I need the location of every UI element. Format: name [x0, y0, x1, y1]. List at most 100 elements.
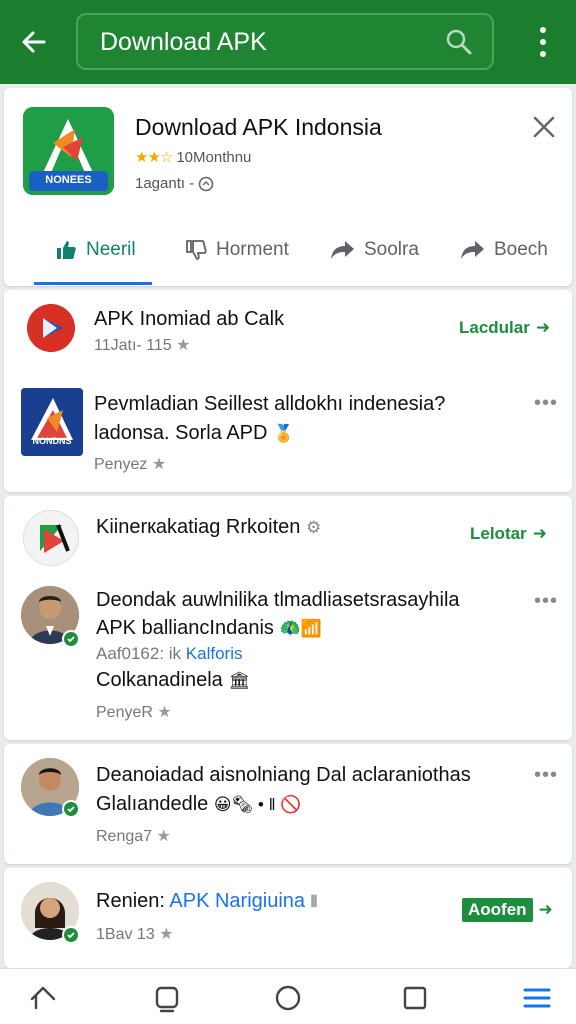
tab-forward[interactable]: Boech — [460, 230, 548, 270]
page-name[interactable]: Kiinerкakatiag Rrkoiten ⚙ — [96, 516, 321, 539]
star-icon: ★ — [157, 704, 172, 721]
feed-card: Kiinerкakatiag Rrkoiten ⚙ Lelotar ➜ Deond… — [4, 496, 572, 740]
star-icon: ★ — [151, 456, 167, 473]
post-text-line3-text: Aaf0162: ik — [96, 644, 182, 663]
app-meta: 1agantı - — [135, 175, 214, 192]
hashtag-link[interactable]: Kalforis — [186, 644, 243, 663]
thumbs-up-icon — [57, 241, 76, 259]
badge-icon: 🏅 — [273, 424, 295, 443]
back-arrow-icon[interactable] — [14, 22, 54, 62]
search-icon[interactable] — [444, 27, 474, 57]
home-icon[interactable] — [26, 981, 60, 1015]
circle-home-icon[interactable] — [271, 981, 305, 1015]
page-subtitle: 11Jatı- 115 ★ — [94, 335, 190, 355]
post-title-link[interactable]: APK Narigiuina — [169, 890, 305, 912]
app-header-card: NONEES Download APK Indonsia ★★☆ 10Monthn… — [4, 88, 572, 286]
close-icon[interactable] — [529, 112, 559, 142]
rating-stars: ★★☆ — [135, 149, 173, 166]
app-title: Download APK Indonsia — [135, 114, 382, 140]
verified-badge-icon — [62, 630, 80, 648]
post-text-line2: ladonsa. Sorla APD 🏅 — [94, 419, 294, 448]
post-title-prefix: Renien: — [96, 890, 170, 912]
post-logo-text: NONDNS — [32, 436, 72, 446]
post-logo: NONDNS — [21, 388, 83, 456]
action-tabs: Neeril Horment Soolra Boech — [4, 230, 572, 286]
recent-apps-icon[interactable] — [150, 981, 184, 1015]
star-icon: ★ — [176, 337, 191, 354]
app-rating: ★★☆ 10Monthnu — [135, 148, 251, 166]
follow-label: Lacdular — [459, 318, 530, 337]
post-meta: PenyeR ★ — [96, 702, 172, 722]
feed-card: APK Inomiad ab Calk 11Jatı- 115 ★ Lacdul… — [4, 290, 572, 492]
building-icon: 🏛 — [228, 671, 250, 690]
star-icon: ★ — [159, 926, 174, 943]
share-icon — [461, 241, 484, 259]
follow-label: Aoofen — [462, 898, 533, 922]
page-avatar[interactable] — [27, 304, 75, 352]
post-meta: Renga7 ★ — [96, 826, 171, 846]
thumbs-down-icon — [186, 240, 207, 260]
post-text-line1: Deanoiadad aisnolniang Dal aclaraniothas — [96, 764, 471, 786]
app-logo: NONEES — [23, 107, 114, 195]
post-meta: 1Bav 13 ★ — [96, 924, 174, 944]
emoji-icon: 🦚📶 — [279, 619, 322, 638]
post-meta: Penyez ★ — [94, 454, 166, 474]
arrow-right-icon: ➜ — [538, 900, 553, 919]
post-text-line2-text: APK balliancIndanis — [96, 617, 274, 639]
more-options-icon[interactable]: ••• — [534, 392, 558, 415]
hamburger-menu-icon[interactable] — [520, 981, 554, 1015]
more-options-icon[interactable]: ••• — [534, 590, 558, 613]
top-app-bar: Download APK — [0, 0, 576, 84]
post-text-line2-text: ladonsa. Sorla APD — [94, 422, 268, 444]
bar-chart-icon: ⫴ — [310, 894, 318, 911]
verified-badge-icon — [62, 800, 80, 818]
share-icon — [331, 241, 354, 259]
tab-dislike[interactable]: Horment — [184, 230, 289, 270]
overflow-menu-icon[interactable] — [530, 24, 556, 60]
post-text-line1: Deondak auwlnilika tlmadliasetsrasayhila — [96, 589, 460, 611]
app-meta-text: 1agantı - — [135, 175, 195, 192]
post-text-line2: Glalıandedle 😀🗞 • ‖ 🚫 — [96, 790, 302, 819]
settings-badge-icon: ⚙ — [305, 518, 322, 537]
post-meta-text: Penyez — [94, 456, 148, 473]
post-text-line4-text: Colkanadinela — [96, 669, 223, 691]
star-icon: ★ — [156, 828, 171, 845]
square-icon[interactable] — [398, 981, 432, 1015]
search-query: Download APK — [100, 28, 267, 56]
post-meta-text: 1Bav 13 — [96, 926, 155, 943]
post-title: Renien: APK Narigiuina ⫴ — [96, 890, 317, 913]
page-name-text: Kiinerкakatiag Rrkoiten — [96, 516, 301, 538]
post-text-line2-text: Glalıandedle — [96, 793, 209, 815]
follow-button[interactable]: Aoofen ➜ — [462, 898, 553, 922]
verified-badge-icon — [62, 926, 80, 944]
follow-label: Lelotar — [470, 524, 527, 543]
tab-share[interactable]: Soolra — [330, 230, 419, 270]
arrow-right-icon: ➜ — [535, 318, 551, 337]
bottom-navigation-bar — [0, 968, 576, 1024]
feed-card: Renien: APK Narigiuina ⫴ 1Bav 13 ★ Aoofe… — [4, 868, 572, 968]
post-text-line3: Aaf0162: ik Kalforis — [96, 644, 242, 664]
post-text-line1: Pevmladian Seillest alldokhı indenesia? — [94, 393, 446, 415]
page-subtitle-text: 11Jatı- 115 — [94, 337, 172, 354]
active-tab-indicator — [34, 282, 152, 285]
search-bar[interactable]: Download APK — [76, 13, 494, 70]
post-meta-text: PenyeR — [96, 704, 153, 721]
feed-card: Deanoiadad aisnolniang Dal aclaraniothas… — [4, 744, 572, 864]
follow-button[interactable]: Lelotar ➜ — [470, 524, 547, 544]
arrow-right-icon: ➜ — [532, 524, 547, 543]
post-meta-text: Renga7 — [96, 828, 153, 845]
page-avatar[interactable] — [23, 510, 79, 566]
app-logo-text: NONEES — [45, 174, 92, 186]
post-text-line4: Colkanadinela 🏛 — [96, 666, 250, 695]
rating-text: 10Monthnu — [176, 149, 252, 166]
tab-like-label: Neeril — [86, 239, 136, 260]
follow-button[interactable]: Lacdular ➜ — [459, 318, 550, 338]
tab-like[interactable]: Neeril — [54, 230, 136, 270]
tab-dislike-label: Horment — [216, 239, 289, 260]
more-options-icon[interactable]: ••• — [534, 764, 558, 787]
post-text-line2: APK balliancIndanis 🦚📶 — [96, 614, 322, 643]
tab-forward-label: Boech — [494, 239, 548, 260]
globe-icon — [198, 176, 214, 191]
page-name[interactable]: APK Inomiad ab Calk — [94, 308, 284, 331]
emoji-icon: 😀🗞 • ‖ 🚫 — [213, 795, 302, 814]
